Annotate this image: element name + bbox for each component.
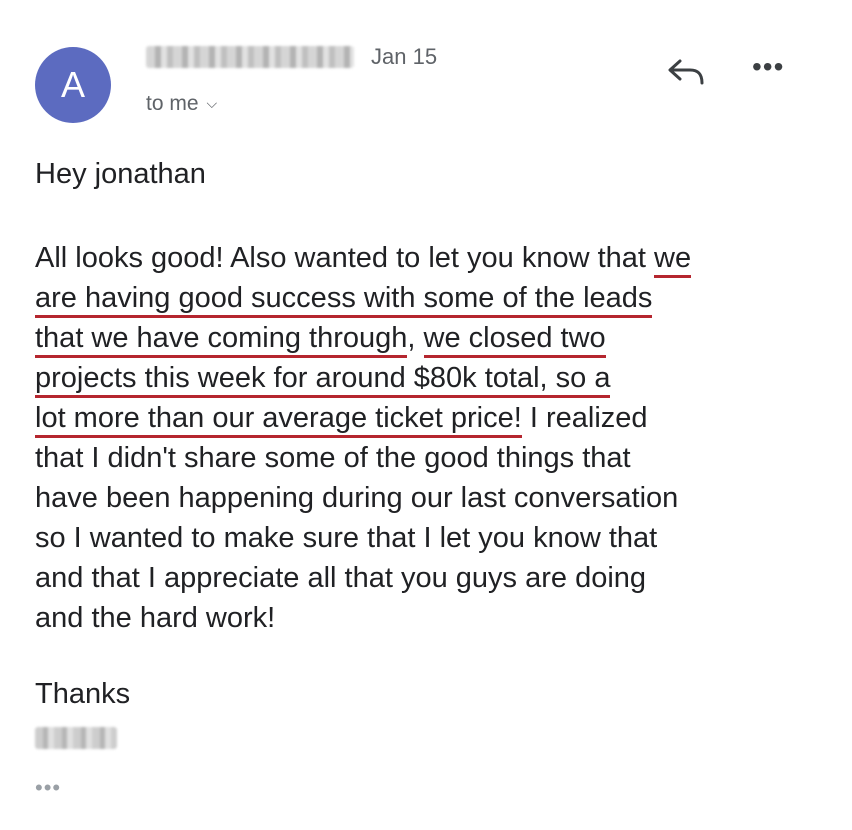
underlined-text: we bbox=[654, 242, 692, 278]
body-text: and that I appreciate all that you guys … bbox=[35, 562, 647, 594]
body-text: I realized bbox=[521, 402, 648, 434]
show-trimmed-content-button[interactable]: ••• bbox=[35, 775, 61, 801]
message-line: and that I appreciate all that you guys … bbox=[35, 558, 825, 598]
signature-redacted bbox=[35, 727, 117, 749]
body-text: that I didn't share some of the good thi… bbox=[35, 442, 631, 474]
underlined-text: lot more than our average ticket price! bbox=[35, 402, 522, 438]
underlined-text: we closed two bbox=[423, 322, 606, 358]
message-body: All looks good! Also wanted to let you k… bbox=[35, 238, 825, 638]
message-line: and the hard work! bbox=[35, 598, 825, 638]
message-line: projects this week for around $80k total… bbox=[35, 358, 825, 398]
underlined-text: are having good success with some of the… bbox=[35, 282, 653, 318]
underlined-text: projects this week for around $80k total… bbox=[35, 362, 611, 398]
recipient-label: to me bbox=[146, 92, 199, 115]
message-line: All looks good! Also wanted to let you k… bbox=[35, 238, 825, 278]
avatar-letter: A bbox=[60, 64, 85, 105]
greeting: Hey jonathan bbox=[35, 158, 206, 190]
message-line: that I didn't share some of the good thi… bbox=[35, 438, 825, 478]
message-line: so I wanted to make sure that I let you … bbox=[35, 518, 825, 558]
body-text: All looks good! Also wanted to let you k… bbox=[35, 242, 655, 274]
underlined-text: that we have coming through bbox=[35, 322, 408, 358]
recipient-toggle[interactable]: to me ⌵ bbox=[146, 92, 217, 116]
signoff: Thanks bbox=[35, 678, 131, 710]
reply-icon[interactable] bbox=[666, 55, 706, 87]
message-line: are having good success with some of the… bbox=[35, 278, 825, 318]
body-text: have been happening during our last conv… bbox=[35, 482, 679, 514]
message-line: lot more than our average ticket price! … bbox=[35, 398, 825, 438]
body-text: , bbox=[407, 322, 424, 354]
message-date: Jan 15 bbox=[371, 44, 438, 69]
sender-name-redacted[interactable] bbox=[146, 46, 354, 68]
body-text: and the hard work! bbox=[35, 602, 276, 634]
message-line: have been happening during our last conv… bbox=[35, 478, 825, 518]
body-text: so I wanted to make sure that I let you … bbox=[35, 522, 658, 554]
avatar[interactable]: A bbox=[35, 47, 111, 123]
message-line: that we have coming through, we closed t… bbox=[35, 318, 825, 358]
more-options-icon[interactable]: ••• bbox=[752, 51, 784, 83]
chevron-down-icon: ⌵ bbox=[206, 95, 218, 111]
